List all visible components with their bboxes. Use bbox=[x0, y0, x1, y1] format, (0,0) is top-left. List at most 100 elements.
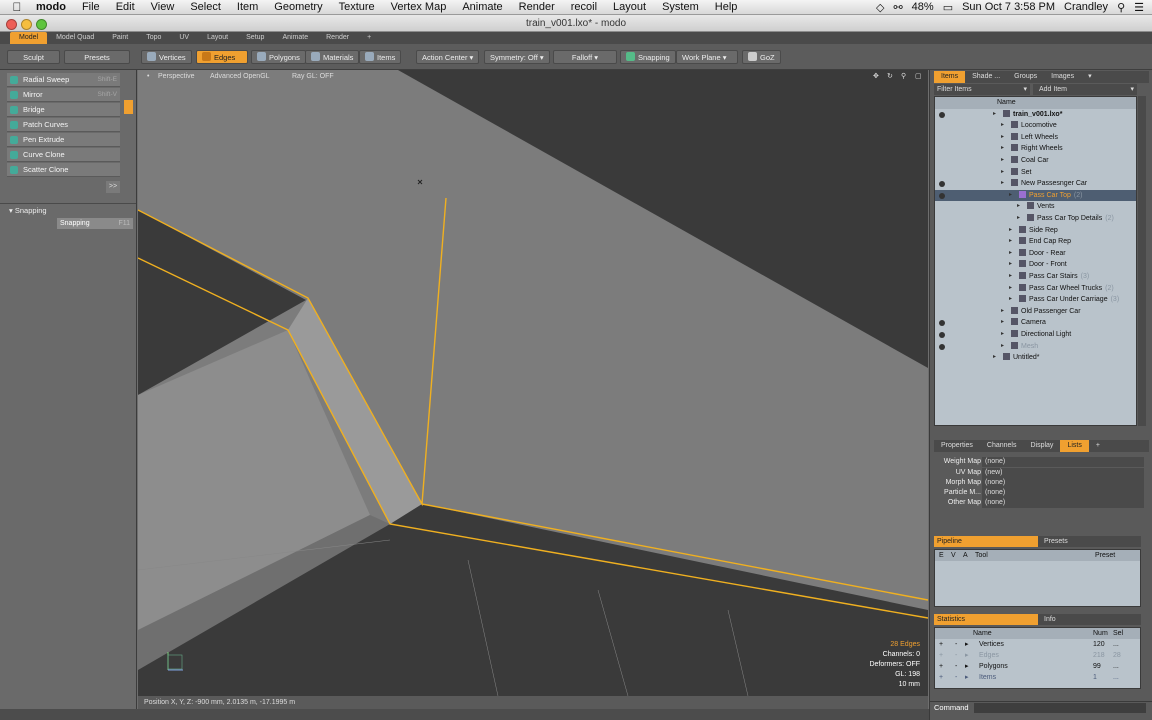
viewport-zoom-icon[interactable]: ⚲ bbox=[901, 70, 906, 84]
item-row[interactable]: ▸ Pass Car Stairs (3) bbox=[935, 271, 1136, 283]
expand-triangle-icon[interactable]: ▸ bbox=[1001, 306, 1004, 318]
tab-layout[interactable]: Layout bbox=[198, 32, 237, 44]
visibility-eye-icon[interactable] bbox=[939, 181, 945, 188]
wifi-icon[interactable]: ⚯ bbox=[893, 1, 902, 14]
item-row[interactable]: ▸ Pass Car Under Carriage (3) bbox=[935, 294, 1136, 306]
expand-triangle-icon[interactable]: ▸ bbox=[1001, 178, 1004, 190]
expand-triangle-icon[interactable]: ▸ bbox=[1009, 271, 1012, 283]
presets-button[interactable]: Presets bbox=[64, 50, 130, 64]
tab-setup[interactable]: Setup bbox=[237, 32, 273, 44]
prop-value-dropdown[interactable]: (none) bbox=[982, 498, 1144, 508]
particle-map-row[interactable]: Particle M... (none) bbox=[934, 488, 1144, 498]
item-row[interactable]: ▸ Old Passenger Car bbox=[935, 306, 1136, 318]
item-row[interactable]: ▸ Door - Rear bbox=[935, 248, 1136, 260]
viewport-shading-menu[interactable]: Advanced OpenGL bbox=[210, 70, 270, 84]
name-column-header[interactable]: Name bbox=[997, 97, 1016, 109]
tab-model-quad[interactable]: Model Quad bbox=[47, 32, 103, 44]
expand-triangle-icon[interactable]: ▸ bbox=[1001, 167, 1004, 179]
close-window-button[interactable] bbox=[6, 19, 17, 30]
user-name[interactable]: Crandley bbox=[1064, 1, 1108, 13]
tab-shader[interactable]: Shade ... bbox=[965, 71, 1007, 83]
add-props-tab-button[interactable]: + bbox=[1089, 440, 1107, 452]
tab-pipeline[interactable]: Pipeline bbox=[934, 536, 1038, 547]
add-tab-button[interactable]: + bbox=[358, 32, 380, 44]
raygl-toggle[interactable]: Ray GL: OFF bbox=[292, 70, 334, 84]
menu-recoil[interactable]: recoil bbox=[563, 1, 605, 13]
expand-triangle-icon[interactable]: ▸ bbox=[1009, 283, 1012, 295]
expand-triangle-icon[interactable]: ▸ bbox=[1017, 201, 1020, 213]
visibility-eye-icon[interactable] bbox=[939, 320, 945, 327]
scatter-clone-tool[interactable]: Scatter Clone bbox=[7, 163, 120, 177]
morph-map-row[interactable]: Morph Map (none) bbox=[934, 478, 1144, 488]
item-row[interactable]: ▸ Directional Light bbox=[935, 329, 1136, 341]
tabs-menu-icon[interactable]: ▾ bbox=[1081, 71, 1099, 83]
add-item-dropdown[interactable]: Add Item ▾ bbox=[1033, 84, 1137, 95]
expand-triangle-icon[interactable]: ▸ bbox=[1009, 236, 1012, 248]
tab-statistics[interactable]: Statistics bbox=[934, 614, 1038, 625]
dropbox-icon[interactable]: ◇ bbox=[876, 1, 884, 14]
item-row[interactable]: ▸ Vents bbox=[935, 201, 1136, 213]
expand-triangle-icon[interactable]: ▸ bbox=[1009, 190, 1012, 202]
stat-row-vertices[interactable]: + - ▸ Vertices 120... bbox=[935, 639, 1140, 650]
tab-lists[interactable]: Lists bbox=[1060, 440, 1089, 452]
stat-row-items[interactable]: + - ▸ Items 1... bbox=[935, 672, 1140, 683]
expand-icon[interactable]: >> bbox=[106, 181, 120, 193]
curve-clone-tool[interactable]: Curve Clone bbox=[7, 148, 120, 162]
tab-uv[interactable]: UV bbox=[170, 32, 198, 44]
apple-icon[interactable]:  bbox=[0, 0, 34, 14]
minimize-window-button[interactable] bbox=[21, 19, 32, 30]
radial-sweep-tool[interactable]: Radial Sweep Shift-E bbox=[7, 73, 120, 87]
expand-triangle-icon[interactable]: ▸ bbox=[1009, 294, 1012, 306]
tab-render[interactable]: Render bbox=[317, 32, 358, 44]
symmetry-dropdown[interactable]: Symmetry: Off ▾ bbox=[484, 50, 550, 64]
menu-vertex-map[interactable]: Vertex Map bbox=[383, 1, 455, 13]
prop-value-dropdown[interactable]: (new) bbox=[982, 468, 1144, 478]
tab-items[interactable]: Items bbox=[934, 71, 966, 83]
menu-geometry[interactable]: Geometry bbox=[266, 1, 330, 13]
viewport-view-menu[interactable]: Perspective bbox=[158, 70, 195, 84]
tab-info[interactable]: Info bbox=[1044, 614, 1056, 625]
item-row[interactable]: ▸ Untitled* bbox=[935, 352, 1136, 364]
viewport-move-icon[interactable]: ✥ bbox=[873, 70, 879, 84]
tab-properties[interactable]: Properties bbox=[934, 440, 980, 452]
bridge-tool[interactable]: Bridge bbox=[7, 103, 120, 117]
item-row[interactable]: ▸ Left Wheels bbox=[935, 132, 1136, 144]
vertices-mode-button[interactable]: Vertices bbox=[141, 50, 192, 64]
items-mode-button[interactable]: Items bbox=[359, 50, 402, 64]
expand-triangle-icon[interactable]: ▸ bbox=[1009, 248, 1012, 260]
menu-item[interactable]: Item bbox=[229, 1, 266, 13]
menu-render[interactable]: Render bbox=[511, 1, 563, 13]
pen-extrude-tool[interactable]: Pen Extrude bbox=[7, 133, 120, 147]
sculpt-button[interactable]: Sculpt bbox=[7, 50, 60, 64]
prop-value-dropdown[interactable]: (none) bbox=[982, 457, 1144, 467]
item-row[interactable]: ▸ Pass Car Top (2) bbox=[935, 189, 1136, 202]
tab-groups[interactable]: Groups bbox=[1007, 71, 1044, 83]
weight-map-row[interactable]: Weight Map (none) bbox=[934, 457, 1144, 467]
zoom-window-button[interactable] bbox=[36, 19, 47, 30]
work-plane-dropdown[interactable]: Work Plane ▾ bbox=[676, 50, 738, 64]
item-row[interactable]: ▸ Mesh bbox=[935, 341, 1136, 353]
menu-animate[interactable]: Animate bbox=[454, 1, 510, 13]
3d-viewport[interactable]: • Perspective Advanced OpenGL Ray GL: OF… bbox=[138, 70, 928, 696]
materials-mode-button[interactable]: Materials bbox=[305, 50, 360, 64]
viewport-rotate-icon[interactable]: ↻ bbox=[887, 70, 893, 84]
menu-layout[interactable]: Layout bbox=[605, 1, 654, 13]
tab-animate[interactable]: Animate bbox=[273, 32, 317, 44]
action-center-dropdown[interactable]: Action Center ▾ bbox=[416, 50, 480, 64]
menu-select[interactable]: Select bbox=[182, 1, 229, 13]
viewport-scene[interactable] bbox=[138, 70, 928, 696]
tool-tab-handle[interactable] bbox=[124, 100, 133, 114]
clock[interactable]: Sun Oct 7 3:58 PM bbox=[962, 1, 1055, 13]
tab-channels[interactable]: Channels bbox=[980, 440, 1024, 452]
snapping-panel-title[interactable]: ▾ Snapping bbox=[9, 206, 47, 215]
expand-triangle-icon[interactable]: ▸ bbox=[1001, 317, 1004, 329]
menu-edit[interactable]: Edit bbox=[108, 1, 143, 13]
expand-triangle-icon[interactable]: ▸ bbox=[1001, 120, 1004, 132]
command-input[interactable] bbox=[974, 703, 1146, 713]
patch-curves-tool[interactable]: Patch Curves bbox=[7, 118, 120, 132]
item-row[interactable]: ▸ Locomotive bbox=[935, 120, 1136, 132]
snapping-toggle-button[interactable]: Snapping F11 bbox=[57, 218, 133, 229]
battery-label[interactable]: 48% bbox=[912, 1, 934, 13]
tab-display[interactable]: Display bbox=[1023, 440, 1060, 452]
item-row[interactable]: ▸ Camera bbox=[935, 317, 1136, 329]
